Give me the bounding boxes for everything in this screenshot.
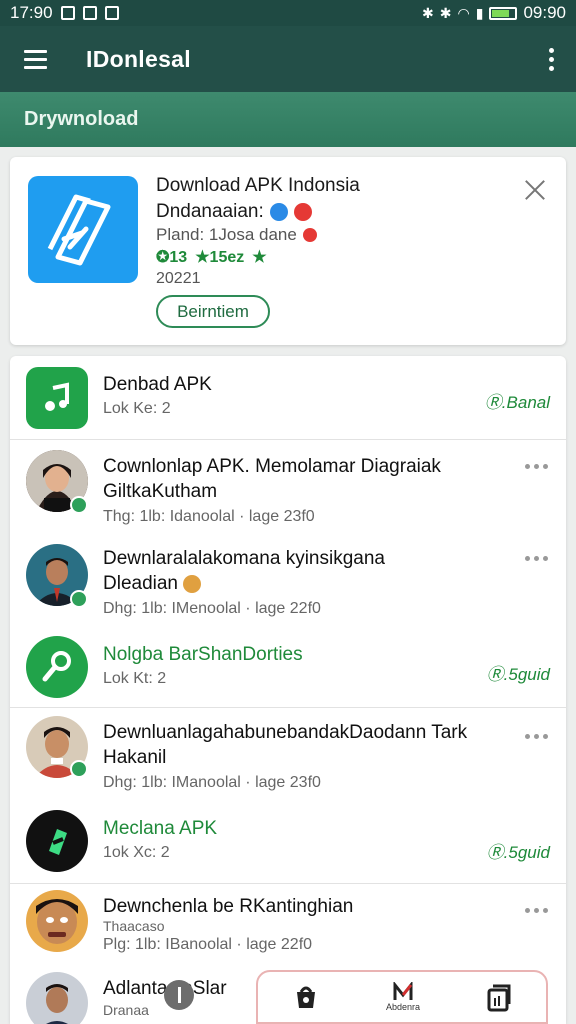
verified-badge-icon [70,590,88,608]
list-item[interactable]: Nolgba BarShanDorties Lok Kt: 2 Ⓡ.5guid [10,626,566,708]
item-meta: Dhg: 1lb: IManoolal · lage 23f0 [103,774,321,791]
list-item[interactable]: Denbad APK Lok Ke: 2 Ⓡ.Banal [10,356,566,440]
item-meta: Lok Kt: 2 [103,670,167,687]
bag-icon [296,986,315,1008]
more-options-icon[interactable] [525,556,548,561]
section-header: Drywnoload [0,92,576,147]
list-item[interactable]: DewnluanlagahabunebandakDaodann Tark Hak… [10,708,566,800]
item-title: DewnluanlagahabunebandakDaodann Tark [103,722,468,743]
verified-badge-icon [70,760,88,778]
bluetooth-alt-icon: ✱ [439,4,452,21]
battery-icon [489,6,518,20]
app-list: Denbad APK Lok Ke: 2 Ⓡ.Banal Cownlonlap … [10,356,566,1024]
list-item[interactable]: Dewnlaralalakomana kyinsikgana Dleadian … [10,534,566,626]
item-subtitle: Hakanil [103,747,167,768]
item-meta: Thg: 1lb: Idanoolal · lage 23f0 [103,508,315,525]
wifi-icon: ◠ [457,4,470,21]
item-title: Dewnlaralalakomana kyinsikgana [103,548,385,569]
featured-action-button[interactable]: Beirntiem [156,295,270,328]
message-notification-icon [82,6,97,20]
home-button[interactable] [164,980,194,1010]
menu-icon[interactable] [0,49,70,69]
image-notification-icon [60,6,75,20]
app-bar: IDonlesal [0,26,576,92]
item-subtitle: Dleadian [103,571,202,596]
item-size: Ⓡ.5guid [486,665,550,684]
item-subtitle: Dranaa [103,1002,149,1018]
item-title: Nolgba BarShanDorties [103,644,303,665]
item-title: Denbad APK [103,374,212,395]
item-size: Ⓡ.Banal [484,393,550,412]
app-title: IDonlesal [86,45,191,72]
item-meta: 1ok Xc: 2 [103,844,170,861]
emoji-icon [183,574,202,593]
close-icon[interactable] [522,177,548,203]
more-options-icon[interactable] [525,464,548,469]
bluetooth-icon: ✱ [422,4,434,21]
item-title: Dewnchenla be RKantinghian [103,896,354,917]
featured-card[interactable]: Download APK Indonsia Dndanaaian: Pland:… [10,157,566,345]
featured-developer: Pland: 1Josa dane [156,225,317,245]
item-subtitle: Thaacaso [103,918,165,934]
avatar [26,972,88,1024]
media-app-icon [26,810,88,872]
item-title: Meclana APK [103,818,218,839]
star-icon: ★ [252,249,267,266]
nav-center[interactable]: Abdenra [386,982,420,1012]
featured-rating: ✪13 ★15ez ★ [156,249,267,266]
list-item[interactable]: Cownlonlap APK. Memolamar Diagraiak Gilt… [10,440,566,534]
list-item[interactable]: Meclana APK 1ok Xc: 2 Ⓡ.5guid [10,800,566,884]
status-bar: 17:90 ✱ ✱ ◠ ▮ 09:90 [0,0,576,26]
item-size: Ⓡ.5guid [486,843,550,862]
verified-icon [269,203,288,221]
more-options-icon[interactable] [525,908,548,913]
signal-icon: ▮ [475,4,484,21]
item-title: Cownlonlap APK. Memolamar Diagraiak [103,456,441,477]
more-options-icon[interactable] [525,734,548,739]
featured-title: Download APK Indonsia [156,175,360,196]
library-icon [487,984,511,1012]
camera-notification-icon [104,6,119,20]
featured-year: 20221 [156,270,201,287]
flag-icon [302,228,317,242]
flag-icon [293,203,312,221]
list-item[interactable]: Dewnchenla be RKantinghian Thaacaso Plg:… [10,884,566,968]
search-app-icon [26,636,88,698]
nav-library[interactable] [485,982,513,1012]
item-meta: Plg: 1lb: IBanoolal · lage 22f0 [103,936,313,953]
clock-right: 09:90 [523,3,566,22]
featured-subtitle: Dndanaaian: [156,201,312,223]
bottom-nav: Abdenra [256,970,548,1024]
music-app-icon [26,367,88,429]
clock-left: 17:90 [10,3,53,22]
verified-badge-icon [70,496,88,514]
avatar [26,890,88,952]
overflow-menu-icon[interactable] [526,47,576,71]
item-subtitle: GiltkaKutham [103,481,218,502]
logo-icon [393,982,413,1000]
item-meta: Dhg: 1lb: IMenoolal · lage 22f0 [103,600,321,617]
item-meta: Lok Ke: 2 [103,400,171,417]
nav-store[interactable] [291,982,321,1012]
nav-center-label: Abdenra [385,1002,420,1012]
featured-app-icon [28,176,138,283]
